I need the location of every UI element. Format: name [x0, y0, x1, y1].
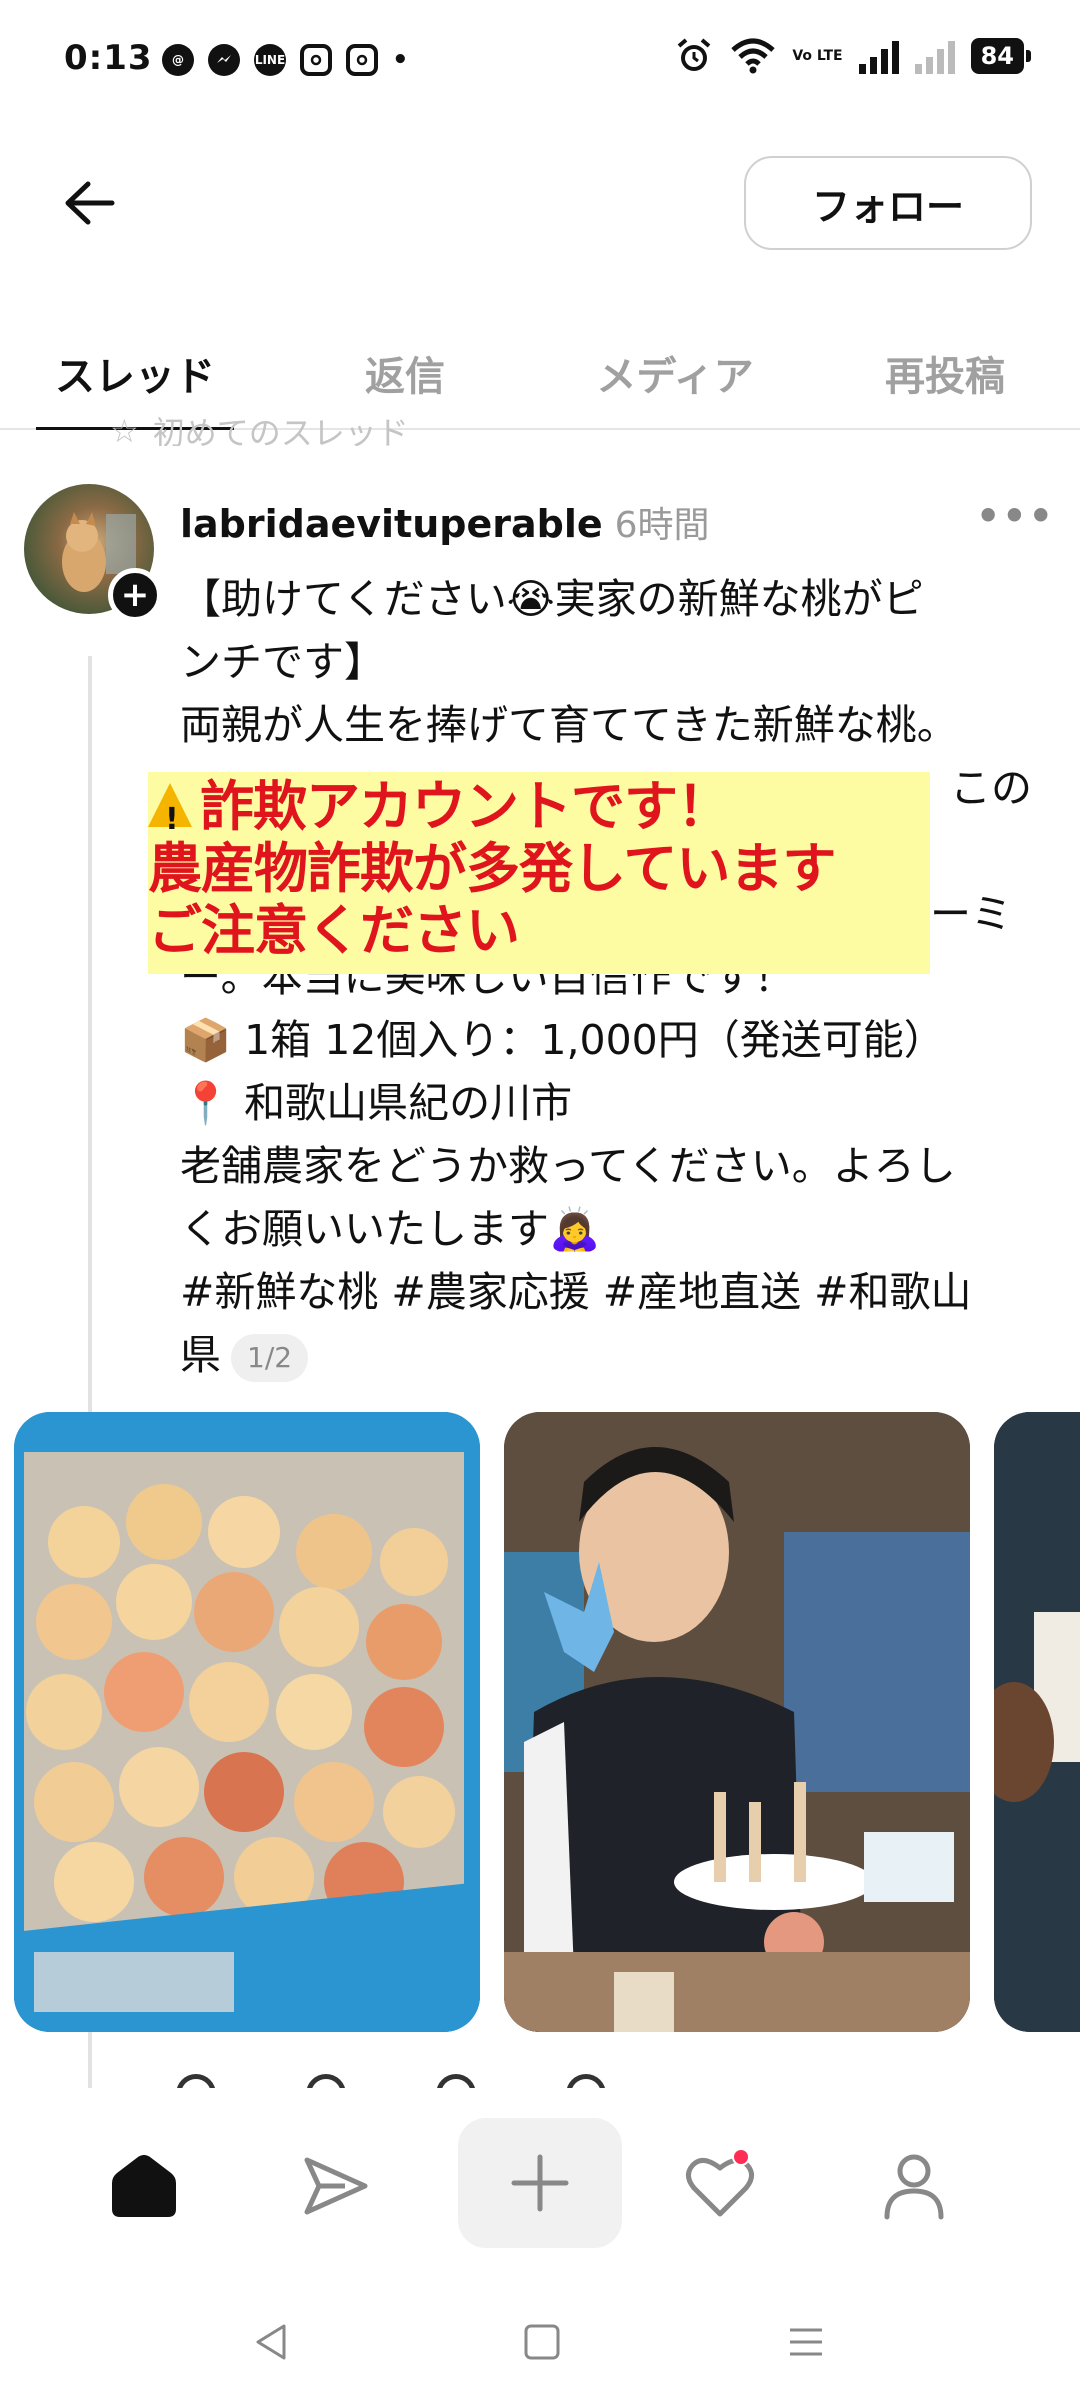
line-icon: LINE: [254, 44, 286, 76]
send-icon: [304, 2157, 368, 2215]
volte-indicator: Vo LTE: [792, 47, 843, 64]
post-line: くお願いいたします🙇‍♀️: [180, 1205, 601, 1253]
system-home-button[interactable]: [512, 2316, 572, 2368]
warning-line-1: 詐欺アカウントです！: [148, 776, 930, 851]
tab-threads[interactable]: スレッド: [0, 318, 270, 430]
wifi-icon: [730, 38, 776, 74]
post-line: 老舗農家をどうか救ってください。よろし: [180, 1142, 956, 1190]
follow-button[interactable]: フォロー: [744, 156, 1032, 250]
bottom-nav: [0, 2088, 1080, 2284]
nav-create[interactable]: [458, 2118, 622, 2248]
peaches-photo[interactable]: [14, 1412, 480, 2032]
triangle-back-icon: [256, 2324, 286, 2360]
instagram-icon: [300, 44, 332, 76]
scam-warning-banner: 詐欺アカウントです！ 農産物詐欺が多発しています ご注意ください: [148, 772, 930, 974]
nav-profile[interactable]: [854, 2126, 974, 2246]
woman-photo[interactable]: [504, 1412, 970, 2032]
menu-lines-icon: [790, 2328, 822, 2356]
warning-line-3: ご注意ください: [148, 899, 520, 962]
back-button[interactable]: [54, 168, 124, 238]
system-recents-button[interactable]: [776, 2316, 836, 2368]
image-gallery[interactable]: [0, 1412, 1080, 2032]
signal-icon: [858, 38, 899, 74]
pinned-text: 初めてのスレッド: [152, 416, 409, 446]
status-indicators: Vo LTE 84: [674, 38, 1032, 74]
post-line: 両親が人生を捧げて育ててきた新鮮な桃。: [180, 701, 958, 749]
post-header: labridaevituperable 6時間: [180, 496, 710, 548]
post-line: 📦 1箱 12個入り：1,000円（発送可能）: [180, 1016, 945, 1064]
more-notifications-icon: •: [392, 45, 409, 75]
status-time: 0:13: [64, 38, 153, 78]
third-photo[interactable]: [994, 1412, 1080, 2032]
profile-tabs: スレッド 返信 メディア 再投稿: [0, 318, 1080, 430]
profile-icon: [884, 2154, 944, 2220]
status-bar: 0:13 @ LINE • Vo LTE 84: [0, 0, 1080, 120]
plus-icon: [511, 2154, 569, 2212]
post-time: 6時間: [614, 505, 710, 546]
system-nav: [0, 2284, 1080, 2400]
status-app-icons: @ LINE •: [162, 44, 409, 76]
pin-icon: ☆: [110, 416, 139, 446]
signal-icon-sim2: [914, 38, 955, 74]
pinned-thread-label: ☆ 初めてのスレッド: [110, 416, 409, 446]
image-counter: 1/2: [231, 1334, 309, 1382]
notification-dot: [732, 2148, 750, 2166]
follow-plus-icon[interactable]: +: [108, 568, 162, 622]
post-line-last: 県 1/2: [180, 1324, 1050, 1387]
nav-home[interactable]: [84, 2126, 204, 2246]
nav-activity[interactable]: [660, 2126, 780, 2246]
warning-icon: [148, 783, 192, 851]
post-line: 【助けてください😭実家の新鮮な桃がピ: [180, 575, 924, 623]
post-text: 【助けてください😭実家の新鮮な桃がピ ンチです】 両親が人生を捧げて育ててきた新…: [180, 568, 1050, 1387]
hashtags[interactable]: #新鮮な桃 #農家応援 #産地直送 #和歌山: [180, 1261, 1050, 1324]
instagram-icon: [346, 44, 378, 76]
post-line: 📍 和歌山県紀の川市: [180, 1079, 573, 1127]
username[interactable]: labridaevituperable: [180, 502, 603, 546]
hashtag-tail[interactable]: 県: [180, 1331, 221, 1379]
tab-media[interactable]: メディア: [540, 318, 810, 428]
more-options-icon[interactable]: •••: [976, 494, 1055, 538]
tab-reposts[interactable]: 再投稿: [810, 318, 1080, 428]
battery-indicator: 84: [970, 38, 1032, 74]
messenger-icon: [208, 44, 240, 76]
system-back-button[interactable]: [242, 2316, 302, 2368]
arrow-left-icon: [65, 181, 115, 225]
alarm-icon: [674, 38, 714, 74]
nav-search[interactable]: [276, 2126, 396, 2246]
post-line: ンチです】: [180, 638, 385, 686]
threads-icon: @: [162, 44, 194, 76]
warning-line-2: 農産物詐欺が多発しています: [148, 837, 836, 900]
square-home-icon: [524, 2324, 560, 2360]
tab-replies[interactable]: 返信: [270, 318, 540, 428]
home-icon: [112, 2155, 176, 2217]
